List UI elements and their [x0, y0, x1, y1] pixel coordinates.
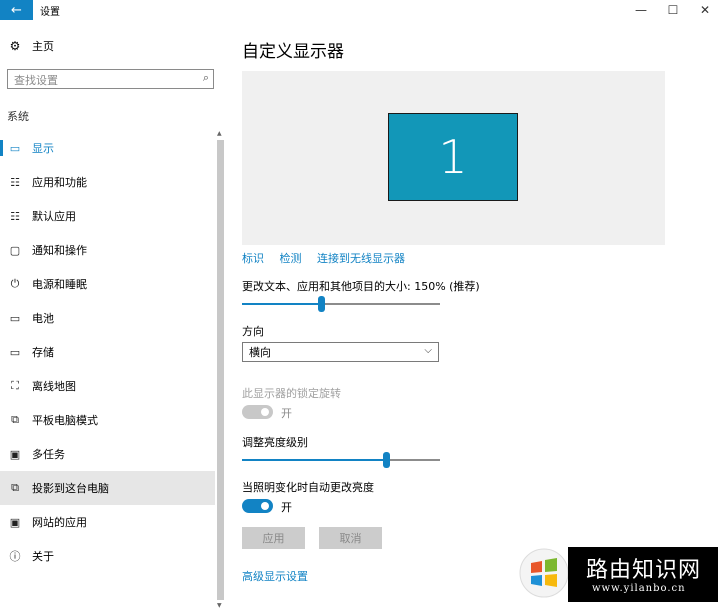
wireless-display-link[interactable]: 连接到无线显示器: [317, 252, 405, 265]
sidebar-item-label: 关于: [32, 550, 54, 563]
sidebar-item-label: 显示: [32, 142, 54, 155]
sidebar-item-label: 电池: [32, 312, 54, 325]
sidebar-item-power-sleep[interactable]: ⏻ 电源和睡眠: [0, 267, 215, 301]
text-size-label: 更改文本、应用和其他项目的大小: 150% (推荐): [242, 280, 480, 293]
title-bar: ← 设置 — ☐ ✕: [0, 0, 718, 22]
slider-fill: [242, 303, 322, 305]
map-icon: ⛶: [11, 379, 19, 392]
minimize-icon: —: [635, 3, 647, 17]
sidebar-item-about[interactable]: ⓘ 关于: [0, 539, 215, 573]
text-size-slider[interactable]: [242, 296, 440, 312]
close-button[interactable]: ✕: [688, 0, 718, 20]
section-label: 系统: [7, 110, 29, 123]
sidebar-item-display[interactable]: ▭ 显示: [0, 131, 215, 165]
apply-button[interactable]: 应用: [242, 527, 305, 549]
display-icon: ▭: [9, 141, 21, 155]
power-icon: ⏻: [10, 277, 20, 290]
sidebar-item-storage[interactable]: ▭ 存储: [0, 335, 215, 369]
rotation-lock-toggle[interactable]: [242, 405, 273, 419]
maximize-icon: ☐: [667, 3, 679, 17]
sidebar-item-label: 平板电脑模式: [32, 414, 98, 427]
search-icon[interactable]: ⌕: [203, 71, 209, 85]
auto-brightness-label: 当照明变化时自动更改亮度: [242, 481, 374, 494]
display-arrangement: 1: [242, 71, 665, 245]
sidebar-item-notifications[interactable]: ▢ 通知和操作: [0, 233, 215, 267]
sidebar-item-default-apps[interactable]: ☷ 默认应用: [0, 199, 215, 233]
minimize-button[interactable]: —: [624, 0, 658, 20]
slider-thumb[interactable]: [383, 452, 390, 468]
orientation-select[interactable]: 横向 ⌵: [242, 342, 439, 362]
display-links: 标识 检测 连接到无线显示器: [242, 250, 417, 266]
auto-brightness-toggle[interactable]: [242, 499, 273, 513]
cancel-button[interactable]: 取消: [319, 527, 382, 549]
toggle-knob: [261, 502, 269, 510]
rotation-lock-label: 此显示器的锁定旋转: [242, 387, 341, 400]
sidebar-item-apps-for-websites[interactable]: ▣ 网站的应用: [0, 505, 215, 539]
info-icon: ⓘ: [9, 550, 21, 563]
list-icon: ☷: [10, 209, 20, 223]
back-button[interactable]: ←: [0, 0, 33, 20]
home-label: 主页: [32, 40, 54, 53]
sidebar-scrollbar[interactable]: [217, 140, 224, 600]
auto-brightness-state: 开: [281, 501, 292, 514]
sidebar-home[interactable]: ⚙ 主页: [0, 36, 54, 56]
scroll-up-icon[interactable]: ▲: [217, 130, 222, 137]
battery-icon: ▭: [9, 311, 21, 325]
toggle-knob: [261, 408, 269, 416]
sidebar-item-battery[interactable]: ▭ 电池: [0, 301, 215, 335]
sidebar-item-label: 通知和操作: [32, 244, 87, 257]
sidebar: ⚙ 主页 ⌕ 系统 ▭显示☷应用和功能☷默认应用▢通知和操作⏻电源和睡眠▭电池▭…: [0, 22, 228, 609]
gear-icon: ⚙: [9, 39, 21, 53]
windows-logo-icon: [519, 548, 569, 598]
storage-icon: ▭: [9, 345, 21, 359]
orientation-label: 方向: [242, 325, 264, 338]
sidebar-item-label: 多任务: [32, 448, 65, 461]
rotation-lock-state: 开: [281, 407, 292, 420]
identify-link[interactable]: 标识: [242, 252, 264, 265]
tablet-icon: ⧉: [11, 413, 19, 426]
brightness-slider[interactable]: [242, 452, 440, 468]
page-title: 自定义显示器: [242, 42, 344, 62]
close-icon: ✕: [699, 3, 711, 17]
sidebar-item-offline-maps[interactable]: ⛶ 离线地图: [0, 369, 215, 403]
sidebar-item-multitasking[interactable]: ▣ 多任务: [0, 437, 215, 471]
sidebar-item-label: 网站的应用: [32, 516, 87, 529]
search-box[interactable]: ⌕: [7, 69, 214, 89]
slider-thumb[interactable]: [318, 296, 325, 312]
watermark-banner: 路由知识网 www.yilanbo.cn: [568, 547, 718, 602]
monitor-number: 1: [438, 130, 468, 184]
sidebar-item-label: 投影到这台电脑: [32, 482, 109, 495]
sidebar-item-apps-features[interactable]: ☷ 应用和功能: [0, 165, 215, 199]
sidebar-item-label: 电源和睡眠: [32, 278, 87, 291]
message-icon: ▢: [9, 243, 21, 257]
slider-fill: [242, 459, 387, 461]
sidebar-item-label: 默认应用: [32, 210, 76, 223]
watermark-url: www.yilanbo.cn: [592, 583, 686, 594]
chevron-down-icon: ⌵: [424, 345, 432, 356]
sidebar-item-label: 存储: [32, 346, 54, 359]
multitask-icon: ▣: [9, 447, 21, 461]
sidebar-item-label: 离线地图: [32, 380, 76, 393]
sidebar-item-project-to-pc[interactable]: ⧉ 投影到这台电脑: [0, 471, 215, 505]
project-icon: ⧉: [11, 481, 19, 494]
monitor-1[interactable]: 1: [388, 113, 518, 201]
window-title: 设置: [40, 7, 60, 18]
sidebar-item-tablet-mode[interactable]: ⧉ 平板电脑模式: [0, 403, 215, 437]
search-input[interactable]: [12, 71, 196, 89]
web-apps-icon: ▣: [9, 515, 21, 529]
sidebar-item-label: 应用和功能: [32, 176, 87, 189]
maximize-button[interactable]: ☐: [656, 0, 690, 20]
orientation-value: 横向: [249, 346, 271, 359]
brightness-label: 调整亮度级别: [242, 436, 308, 449]
watermark-title: 路由知识网: [586, 558, 702, 583]
detect-link[interactable]: 检测: [280, 252, 302, 265]
advanced-display-settings-link[interactable]: 高级显示设置: [242, 568, 308, 584]
list-icon: ☷: [10, 175, 20, 189]
scroll-down-icon[interactable]: ▼: [217, 602, 222, 609]
back-arrow-icon: ←: [11, 2, 22, 18]
